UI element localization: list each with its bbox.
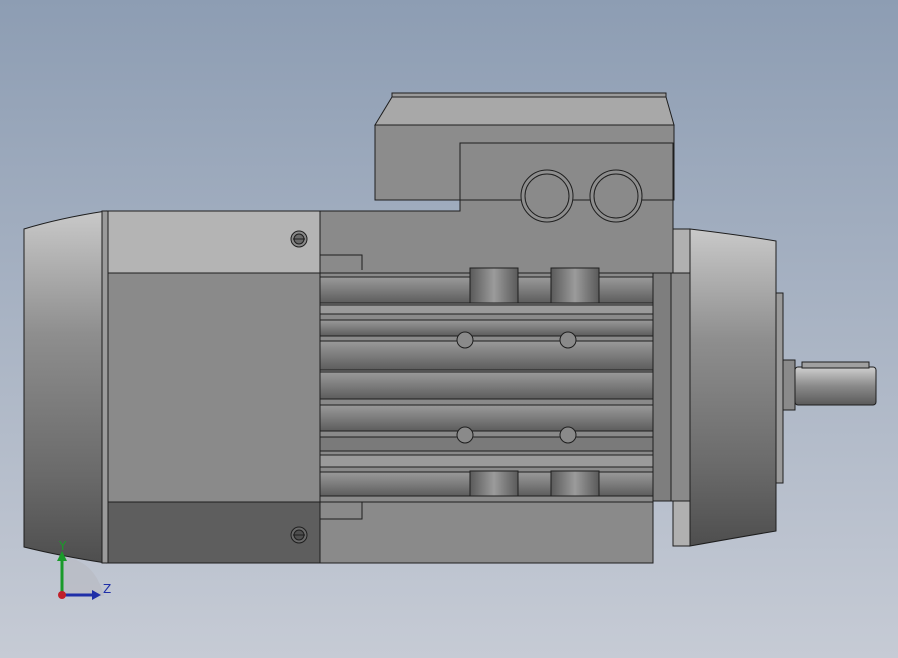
z-axis-label: Z xyxy=(103,582,112,596)
shaft-collar[interactable] xyxy=(782,359,796,411)
cable-gland-2[interactable] xyxy=(589,169,643,223)
triad-origin xyxy=(58,591,66,599)
housing-block-top[interactable] xyxy=(107,210,321,274)
motor-model-view[interactable] xyxy=(0,0,898,658)
housing-block-bottom[interactable] xyxy=(107,501,321,564)
drive-end-bell[interactable] xyxy=(689,228,777,547)
screw-top[interactable] xyxy=(290,230,308,248)
fan-cover-rim xyxy=(101,210,109,564)
cable-gland-1[interactable] xyxy=(520,169,574,223)
output-shaft[interactable] xyxy=(794,366,877,406)
shaft-key[interactable] xyxy=(801,361,870,369)
triad-disc xyxy=(62,557,104,596)
cooling-fins[interactable] xyxy=(319,276,654,497)
y-axis-label: Y xyxy=(59,539,67,553)
fan-cover[interactable] xyxy=(23,210,107,564)
end-shield-lip xyxy=(652,272,672,502)
drive-end-rim xyxy=(775,292,784,484)
stator-foot[interactable] xyxy=(319,501,654,564)
screw-bottom[interactable] xyxy=(290,526,308,544)
cad-viewport[interactable]: Y Z xyxy=(0,0,898,658)
housing-block-middle[interactable] xyxy=(107,272,321,503)
terminal-box-lid[interactable] xyxy=(374,96,675,126)
